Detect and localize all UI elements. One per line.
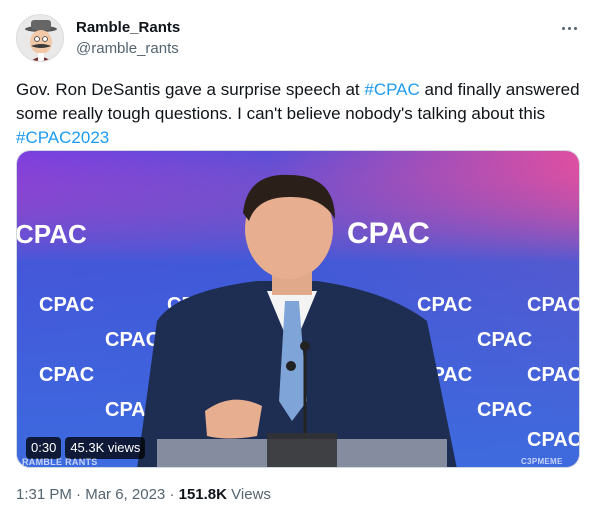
- video-badge: 0:30 45.3K views: [26, 437, 146, 459]
- views-count: 151.8K: [178, 486, 227, 503]
- tweet-text-part: Gov. Ron DeSantis gave a surprise speech…: [16, 80, 365, 99]
- cpac-logo: CPAC: [39, 364, 94, 386]
- watermark-left: RAMBLE RANTS: [22, 457, 98, 467]
- meta-separator: ·: [76, 486, 82, 503]
- cpac-logo: CPAC: [105, 329, 160, 351]
- tweet-time[interactable]: 1:31 PM: [16, 486, 72, 503]
- tweet-meta: 1:31 PM · Mar 6, 2023 · 151.8K Views: [16, 486, 271, 503]
- avatar[interactable]: [16, 14, 64, 62]
- cpac-logo: CPAC: [39, 294, 94, 316]
- tweet-date[interactable]: Mar 6, 2023: [85, 486, 165, 503]
- cpac-logo: CPAC: [417, 294, 472, 316]
- avatar-image: [17, 15, 63, 61]
- video-duration: 0:30: [26, 437, 62, 459]
- views-label: Views: [231, 486, 271, 503]
- cpac-logo-large: CPAC: [347, 217, 430, 250]
- cpac-logo: CPAC: [477, 399, 532, 421]
- hashtag-cpac[interactable]: #CPAC: [364, 80, 419, 99]
- video-player[interactable]: CPAC CPAC CPAC CPAC CPAC CPAC CPAC CPAC …: [16, 150, 580, 468]
- author-name[interactable]: Ramble_Rants: [76, 19, 180, 36]
- video-frame: CPAC CPAC CPAC CPAC CPAC CPAC CPAC CPAC …: [17, 151, 580, 467]
- podium-base: [267, 433, 337, 467]
- author-handle[interactable]: @ramble_rants: [76, 40, 179, 57]
- tweet-text: Gov. Ron DeSantis gave a surprise speech…: [16, 78, 581, 150]
- hashtag-cpac2023[interactable]: #CPAC2023: [16, 128, 109, 147]
- tweet: Ramble_Rants @ramble_rants Gov. Ron DeSa…: [0, 0, 597, 516]
- meta-separator: ·: [169, 486, 175, 503]
- watermark-right: C3PMEME: [521, 457, 563, 466]
- cpac-logo: CPAC: [477, 329, 532, 351]
- more-horizontal-icon[interactable]: [557, 18, 581, 38]
- cpac-logo: CPAC: [527, 294, 580, 316]
- video-views: 45.3K views: [65, 437, 146, 459]
- cpac-logo: CPAC: [17, 219, 87, 249]
- cpac-logo: CPAC: [527, 364, 580, 386]
- cpac-logo: CPAC: [527, 429, 580, 451]
